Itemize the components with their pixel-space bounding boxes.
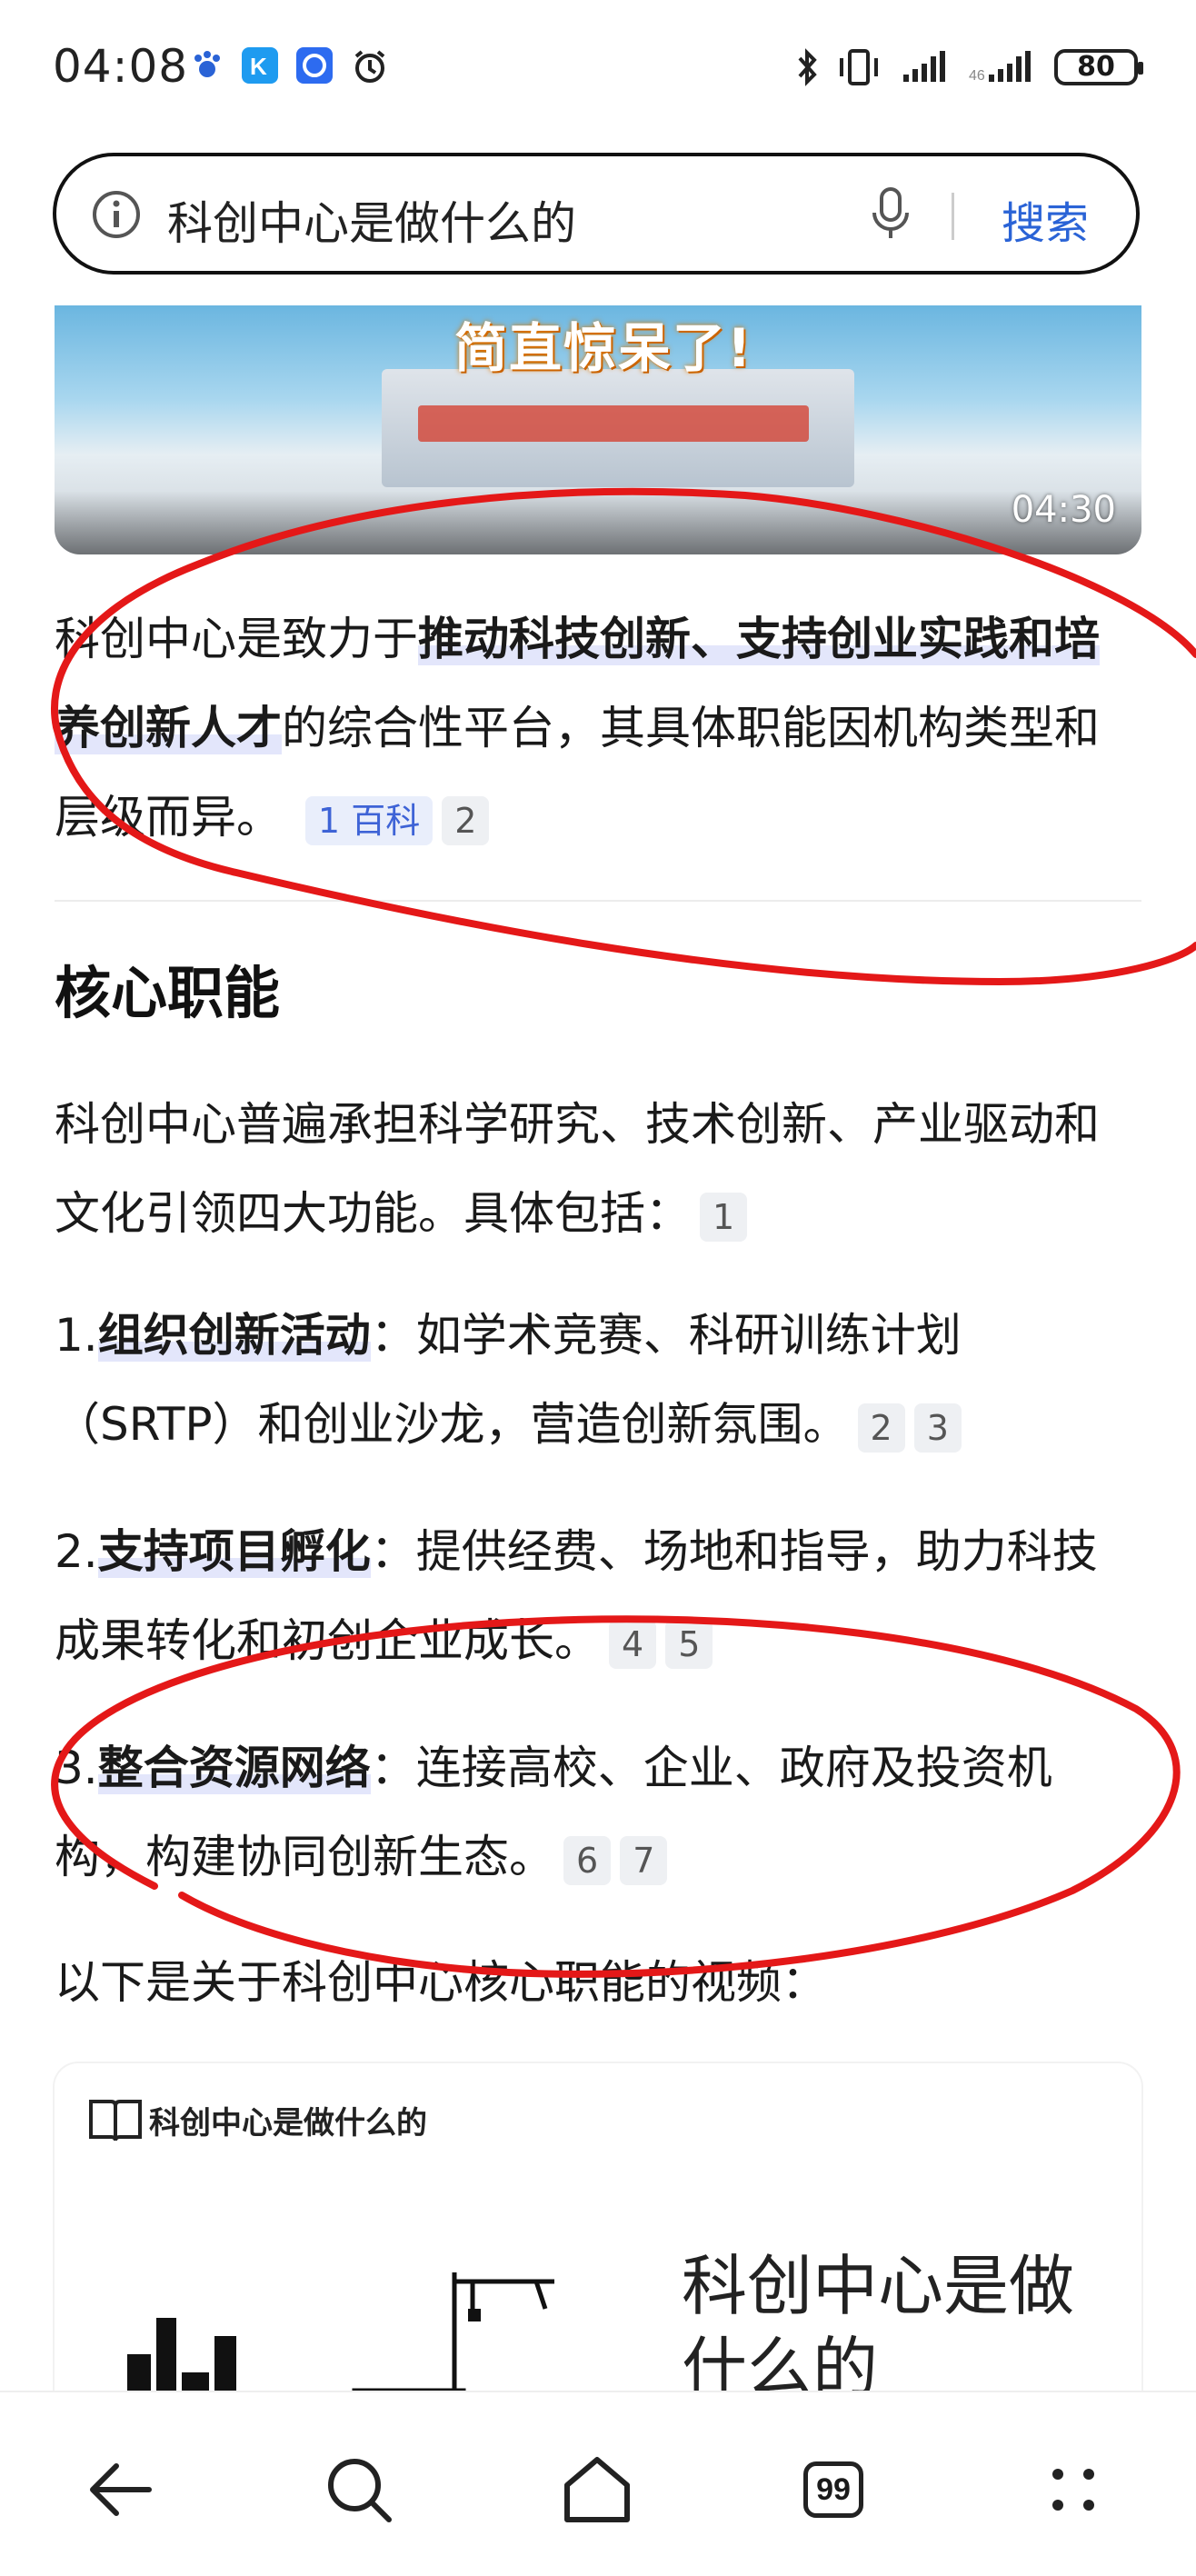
svg-text:K: K bbox=[250, 53, 267, 80]
microphone-icon[interactable] bbox=[865, 185, 916, 244]
citation-badge[interactable]: 6 bbox=[563, 1835, 612, 1885]
citation-badge[interactable]: 1 百科 bbox=[304, 795, 434, 845]
signal-icon bbox=[900, 47, 954, 84]
divider bbox=[952, 193, 954, 240]
video-card[interactable]: 科创中心是做什么的 科创中心是做 什么的 bbox=[55, 2063, 1141, 2445]
svg-text:46: 46 bbox=[969, 68, 985, 84]
video-caption: 简直惊呆了! bbox=[454, 317, 753, 379]
search-icon[interactable] bbox=[318, 2449, 400, 2531]
k-app-icon: K bbox=[242, 47, 278, 84]
list-item: 3.整合资源网络：连接高校、企业、政府及投资机构，构建协同创新生态。 6 7 bbox=[55, 1742, 1052, 1885]
list-item-title: 支持项目孵化 bbox=[97, 1525, 371, 1578]
list-item-title: 组织创新活动 bbox=[97, 1309, 371, 1362]
more-icon[interactable] bbox=[1032, 2449, 1114, 2531]
citation-badge[interactable]: 5 bbox=[665, 1619, 713, 1669]
vibrate-icon bbox=[836, 47, 882, 85]
section-lead: 科创中心普遍承担科学研究、技术创新、产业驱动和文化引领四大功能。具体包括： 1 bbox=[55, 1098, 1100, 1242]
citation-badge[interactable]: 4 bbox=[609, 1619, 657, 1669]
search-bar[interactable]: 科创中心是做什么的 搜索 bbox=[53, 153, 1140, 275]
list-item: 2.支持项目孵化：提供经费、场地和指导，助力科技成果转化和初创企业成长。 4 5 bbox=[55, 1525, 1098, 1669]
paw-app-icon bbox=[189, 47, 225, 84]
intro-paragraph: 科创中心是致力于推动科技创新、支持创业实践和培养创新人才的综合性平台，其具体职能… bbox=[55, 594, 1141, 862]
video-banner bbox=[418, 405, 809, 442]
video-duration: 04:30 bbox=[1011, 489, 1116, 531]
back-icon[interactable] bbox=[80, 2449, 162, 2531]
bluetooth-icon bbox=[789, 47, 825, 86]
video-card-big-title: 科创中心是做 什么的 bbox=[682, 2248, 1075, 2406]
list-item-title: 整合资源网络 bbox=[97, 1742, 371, 1794]
list-item: 1.组织创新活动：如学术竞赛、科研训练计划（SRTP）和创业沙龙，营造创新氛围。… bbox=[55, 1309, 962, 1453]
citation-badge[interactable]: 7 bbox=[620, 1835, 668, 1885]
tabs-count: 99 bbox=[803, 2461, 863, 2518]
video-card-title: 科创中心是做什么的 bbox=[149, 2105, 427, 2142]
citation-badge[interactable]: 1 bbox=[700, 1192, 748, 1242]
status-bar: 04:08 K 46 80 bbox=[0, 0, 1196, 145]
clock: 04:08 bbox=[53, 40, 189, 93]
browser-app-icon bbox=[296, 47, 333, 84]
section-heading: 核心职能 bbox=[55, 960, 281, 1026]
tabs-button[interactable]: 99 bbox=[794, 2449, 876, 2531]
book-icon bbox=[87, 2096, 144, 2149]
bottom-nav: 99 bbox=[0, 2391, 1196, 2576]
video-intro-text: 以下是关于科创中心核心职能的视频： bbox=[55, 1956, 827, 2009]
info-icon[interactable] bbox=[91, 189, 142, 240]
citation-badge[interactable]: 2 bbox=[442, 795, 490, 845]
search-button[interactable]: 搜索 bbox=[1002, 187, 1089, 251]
home-icon[interactable] bbox=[556, 2449, 638, 2531]
citation-badge[interactable]: 3 bbox=[913, 1403, 962, 1453]
intro-text: 科创中心是致力于 bbox=[55, 613, 418, 665]
signal-2-icon: 46 bbox=[969, 47, 1038, 84]
search-input[interactable]: 科创中心是做什么的 bbox=[167, 187, 576, 253]
alarm-icon bbox=[351, 47, 387, 84]
video-thumbnail[interactable]: 简直惊呆了! 04:30 bbox=[55, 305, 1141, 554]
battery-indicator: 80 bbox=[1054, 49, 1143, 85]
section-divider bbox=[55, 900, 1141, 902]
video-gradient bbox=[55, 491, 1141, 554]
citation-badge[interactable]: 2 bbox=[857, 1403, 905, 1453]
